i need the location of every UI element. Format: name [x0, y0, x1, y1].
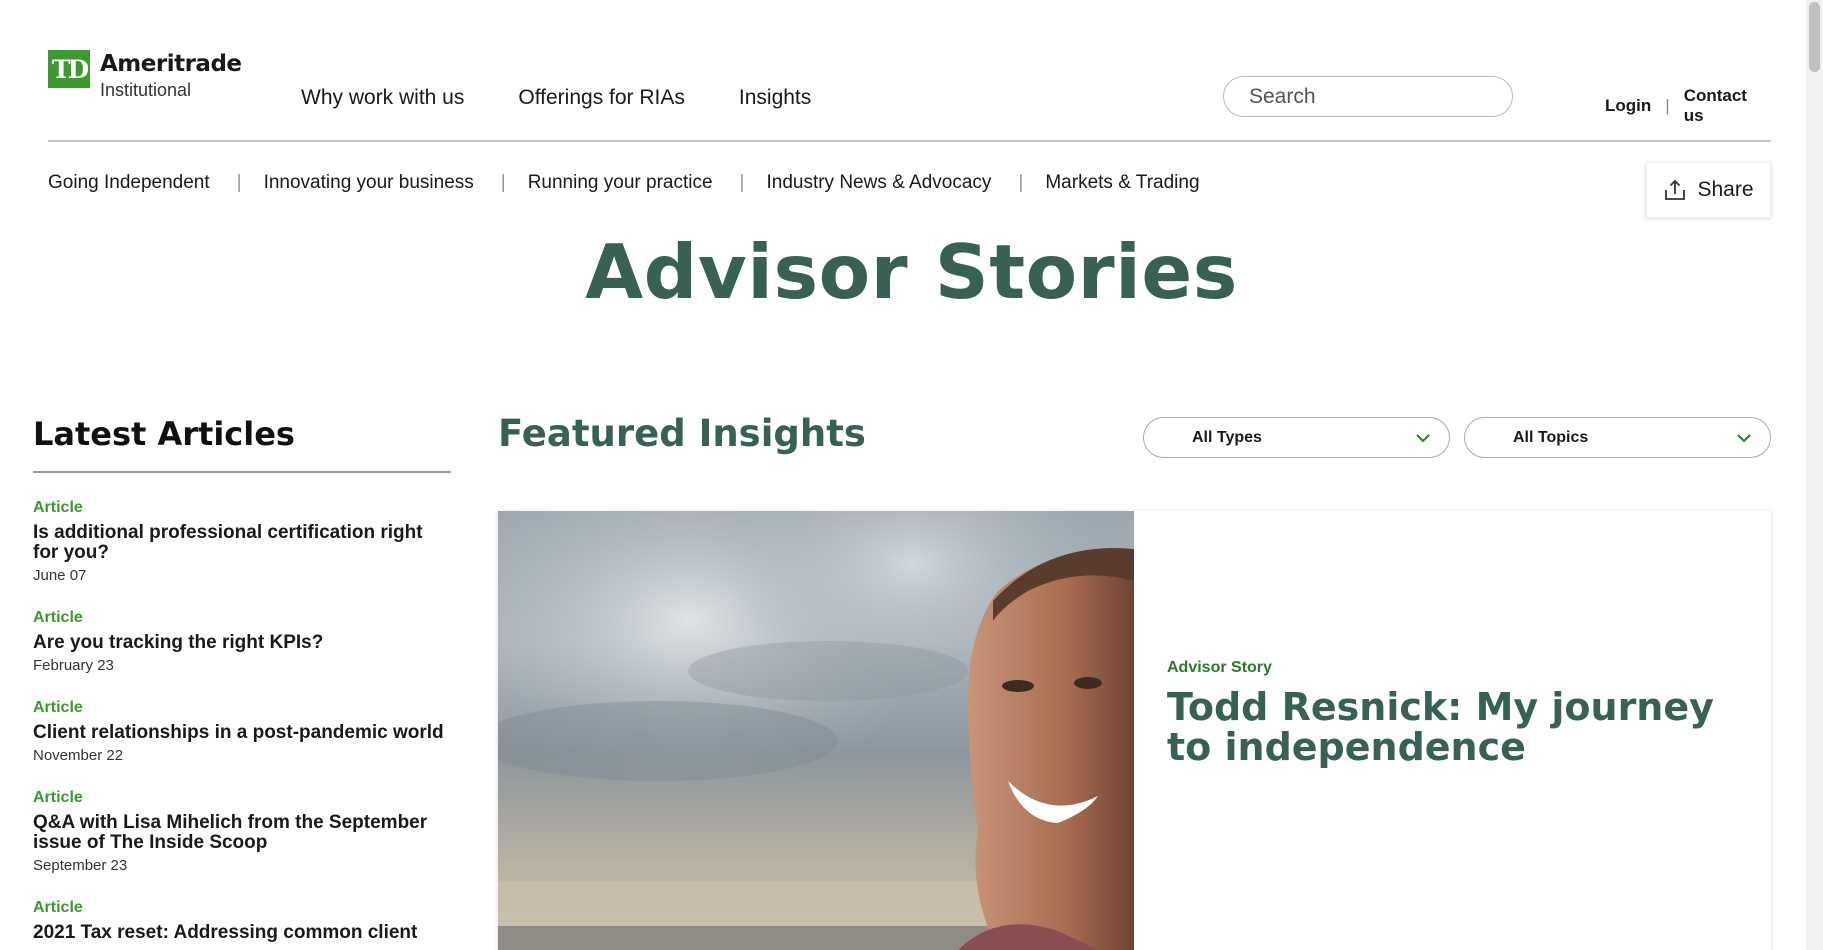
td-ameritrade-logo[interactable]: TD Ameritrade Institutional: [48, 50, 242, 102]
article-title[interactable]: Q&A with Lisa Mihelich from the Septembe…: [33, 813, 451, 853]
site-header: TD Ameritrade Institutional Why work wit…: [48, 0, 1771, 142]
divider: |: [500, 172, 506, 193]
featured-card-image[interactable]: [498, 511, 1134, 950]
td-logo-mark: TD: [48, 50, 90, 88]
subnav-markets-trading[interactable]: Markets & Trading: [1045, 172, 1199, 194]
main-nav: Why work with us Offerings for RIAs Insi…: [301, 86, 811, 110]
scrollbar-thumb[interactable]: [1809, 2, 1820, 72]
search-input[interactable]: [1249, 84, 1520, 109]
chevron-down-icon: [1416, 433, 1430, 442]
divider: |: [739, 172, 745, 193]
article-type: Article: [33, 899, 83, 916]
article-title[interactable]: 2021 Tax reset: Addressing common client: [33, 923, 451, 943]
article-type: Article: [33, 499, 83, 516]
chevron-down-icon: [1737, 433, 1751, 442]
article-date: February 23: [33, 657, 114, 674]
card-title[interactable]: Todd Resnick: My journey to independence: [1167, 687, 1727, 767]
subnav-industry-news-advocacy[interactable]: Industry News & Advocacy: [766, 172, 991, 194]
nav-why-work-with-us[interactable]: Why work with us: [301, 86, 464, 110]
card-type: Advisor Story: [1167, 659, 1272, 676]
article-list: Article Is additional professional certi…: [33, 499, 451, 943]
subnav-going-independent[interactable]: Going Independent: [48, 172, 210, 194]
list-item[interactable]: Article 2021 Tax reset: Addressing commo…: [33, 899, 451, 943]
featured-card[interactable]: Advisor Story Todd Resnick: My journey t…: [498, 511, 1771, 950]
login-link[interactable]: Login: [1605, 96, 1651, 116]
topics-filter-value: All Topics: [1513, 428, 1589, 446]
logo-sub: Institutional: [100, 80, 192, 100]
header-divider: [48, 140, 1771, 142]
share-label: Share: [1697, 178, 1754, 201]
share-button[interactable]: Share: [1646, 162, 1771, 218]
featured-card-body: Advisor Story Todd Resnick: My journey t…: [1167, 659, 1727, 767]
nav-insights[interactable]: Insights: [739, 86, 811, 110]
list-item[interactable]: Article Q&A with Lisa Mihelich from the …: [33, 789, 451, 875]
article-type: Article: [33, 789, 83, 806]
divider: |: [236, 172, 242, 193]
utility-nav: Login | Contact us: [1605, 86, 1771, 126]
insights-sub-nav: Going Independent | Innovating your busi…: [48, 172, 1200, 194]
man-photo: [498, 511, 1134, 950]
list-item[interactable]: Article Are you tracking the right KPIs?…: [33, 609, 451, 675]
share-icon: [1665, 179, 1686, 200]
subnav-innovating-your-business[interactable]: Innovating your business: [264, 172, 474, 194]
types-filter-value: All Types: [1192, 428, 1262, 446]
latest-articles-title: Latest Articles: [33, 415, 451, 473]
list-item[interactable]: Article Is additional professional certi…: [33, 499, 451, 585]
topics-filter-dropdown[interactable]: All Topics: [1464, 417, 1771, 458]
article-title[interactable]: Client relationships in a post-pandemic …: [33, 723, 451, 743]
contact-us-link[interactable]: Contact us: [1684, 86, 1771, 126]
list-item[interactable]: Article Client relationships in a post-p…: [33, 699, 451, 765]
scrollbar[interactable]: [1806, 0, 1823, 950]
divider: |: [1665, 96, 1670, 115]
logo-name: Ameritrade: [100, 51, 242, 77]
nav-offerings-for-rias[interactable]: Offerings for RIAs: [518, 86, 685, 110]
featured-insights-title: Featured Insights: [498, 412, 866, 455]
article-type: Article: [33, 699, 83, 716]
divider: |: [1018, 172, 1024, 193]
page-title: Advisor Stories: [585, 228, 1238, 316]
article-title[interactable]: Are you tracking the right KPIs?: [33, 633, 451, 653]
article-title[interactable]: Is additional professional certification…: [33, 523, 451, 563]
article-date: June 07: [33, 567, 87, 584]
latest-articles: Latest Articles Article Is additional pr…: [33, 415, 451, 943]
search-box: [1223, 76, 1520, 117]
types-filter-dropdown[interactable]: All Types: [1143, 417, 1450, 458]
article-type: Article: [33, 609, 83, 626]
article-date: November 22: [33, 747, 124, 764]
subnav-running-your-practice[interactable]: Running your practice: [528, 172, 713, 194]
article-date: September 23: [33, 857, 128, 874]
